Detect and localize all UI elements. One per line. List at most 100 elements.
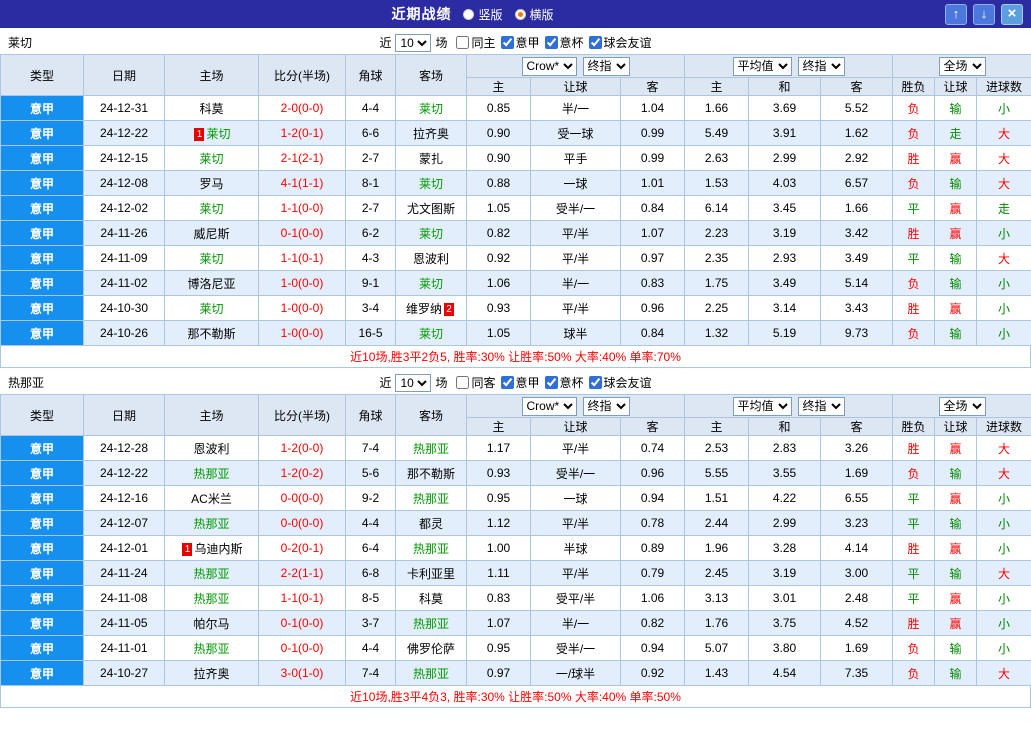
team-link[interactable]: 热那亚 [413,442,449,456]
team-link[interactable]: 恩波利 [413,252,449,266]
team-link[interactable]: 都灵 [419,517,443,531]
match-count-select[interactable]: 10 [395,33,432,52]
team-link[interactable]: 卡利亚里 [407,567,455,581]
vertical-layout-option[interactable]: 竖版 [463,6,503,23]
away-team-cell: 那不勒斯 [395,460,467,486]
col-header-corners: 角球 [345,394,396,436]
bookmaker-select[interactable]: Crow* [521,396,577,416]
team-link[interactable]: 那不勒斯 [407,467,455,481]
team-link[interactable]: 乌迪内斯 [194,542,242,556]
team-link[interactable]: 热那亚 [193,517,229,531]
team-link[interactable]: 热那亚 [413,667,449,681]
odds-cell: 1.66 [819,195,894,221]
odds-cell: 1.66 [684,95,749,121]
team-link[interactable]: 莱切 [199,252,223,266]
team-link[interactable]: 热那亚 [193,642,229,656]
result-cell: 负 [892,460,936,486]
team-link[interactable]: 热那亚 [193,592,229,606]
close-button[interactable]: × [1001,3,1023,25]
team-link[interactable]: 尤文图斯 [407,202,455,216]
filter-checkbox[interactable] [500,376,514,389]
match-row: 意甲 24-12-28 恩波利 1-2(0-0) 7-4 热那亚 1.17 平/半 0.74 2.… [0,435,1031,461]
filter-option[interactable]: 意甲 [500,374,540,391]
match-filters: 近 10 场 同主 意甲 意杯 球会友谊 [379,33,652,52]
match-row: 意甲 24-10-30 莱切 1-0(0-0) 3-4 维罗纳 2 0.93 平/半 0.96 2.… [0,295,1031,321]
fulltime-select[interactable]: 全场 [938,396,986,416]
filter-checkbox[interactable] [588,376,602,389]
team-link[interactable]: 拉齐奥 [193,667,229,681]
filter-option[interactable]: 意杯 [544,34,584,51]
filter-checkbox[interactable] [588,36,602,49]
filter-option[interactable]: 同客 [456,374,496,391]
bookmaker-final-select[interactable]: 终指 [582,396,630,416]
result-cell: 胜 [892,610,936,636]
team-link[interactable]: 莱切 [199,152,223,166]
filter-checkbox[interactable] [544,376,558,389]
team-link[interactable]: 热那亚 [413,492,449,506]
corners-cell: 5-6 [345,460,396,486]
odds-cell: 3.19 [748,220,821,246]
team-link[interactable]: 维罗纳 [406,302,442,316]
team-link[interactable]: 科莫 [419,592,443,606]
team-link[interactable]: 威尼斯 [193,227,229,241]
team-link[interactable]: 拉齐奥 [413,127,449,141]
odds-cell: 4.03 [748,170,821,196]
team-link[interactable]: 莱切 [199,202,223,216]
team-link[interactable]: AC米兰 [191,492,232,506]
team-link[interactable]: 莱切 [419,277,443,291]
team-link[interactable]: 莱切 [419,227,443,241]
bookmaker-final-select[interactable]: 终指 [582,56,630,76]
filter-checkbox[interactable] [456,36,470,49]
team-link[interactable]: 佛罗伦萨 [407,642,455,656]
filter-checkbox[interactable] [500,36,514,49]
average-final-select[interactable]: 终指 [797,396,845,416]
fulltime-select[interactable]: 全场 [938,56,986,76]
scroll-up-button[interactable]: ↑ [945,3,967,25]
col-header-result: 胜负 [892,77,936,96]
filter-option[interactable]: 同主 [456,34,496,51]
filter-option[interactable]: 意杯 [544,374,584,391]
date-cell: 24-11-01 [83,635,165,661]
filter-option[interactable]: 球会友谊 [588,374,652,391]
team-link[interactable]: 恩波利 [193,442,229,456]
scroll-down-button[interactable]: ↓ [973,3,995,25]
team-link[interactable]: 那不勒斯 [187,327,235,341]
average-final-select[interactable]: 终指 [797,56,845,76]
average-select[interactable]: 平均值 [732,56,792,76]
score-cell: 1-1(0-1) [258,245,346,271]
team-link[interactable]: 莱切 [419,102,443,116]
filter-option[interactable]: 意甲 [500,34,540,51]
odds-cell: 平/半 [530,220,621,246]
odds-cell: 1.17 [466,435,531,461]
team-link[interactable]: 莱切 [419,177,443,191]
handicap-result-cell: 输 [934,660,978,686]
match-count-select[interactable]: 10 [395,373,432,392]
team-link[interactable]: 莱切 [419,327,443,341]
horizontal-layout-option[interactable]: 横版 [514,6,554,23]
team-link[interactable]: 莱切 [206,127,230,141]
handicap-result-cell: 输 [934,170,978,196]
team-link[interactable]: 热那亚 [193,467,229,481]
away-team-cell: 莱切 [395,170,467,196]
vertical-radio-icon[interactable] [463,8,475,20]
horizontal-radio-icon[interactable] [514,8,526,20]
filter-checkbox[interactable] [544,36,558,49]
filter-checkbox[interactable] [456,376,470,389]
team-link[interactable]: 莱切 [199,302,223,316]
home-team-cell: 恩波利 [164,435,259,461]
odds-cell: 5.07 [684,635,749,661]
team-link[interactable]: 热那亚 [413,617,449,631]
average-select[interactable]: 平均值 [732,396,792,416]
corners-cell: 2-7 [345,195,396,221]
result-cell: 平 [892,560,936,586]
team-link[interactable]: 帕尔马 [193,617,229,631]
team-link[interactable]: 热那亚 [193,567,229,581]
filter-option[interactable]: 球会友谊 [588,34,652,51]
match-row: 意甲 24-11-02 博洛尼亚 1-0(0-0) 9-1 莱切 1.06 半/一 0.83 1.… [0,270,1031,296]
team-link[interactable]: 热那亚 [413,542,449,556]
bookmaker-select[interactable]: Crow* [521,56,577,76]
team-link[interactable]: 科莫 [199,102,223,116]
team-link[interactable]: 博洛尼亚 [187,277,235,291]
team-link[interactable]: 蒙扎 [419,152,443,166]
team-link[interactable]: 罗马 [199,177,223,191]
